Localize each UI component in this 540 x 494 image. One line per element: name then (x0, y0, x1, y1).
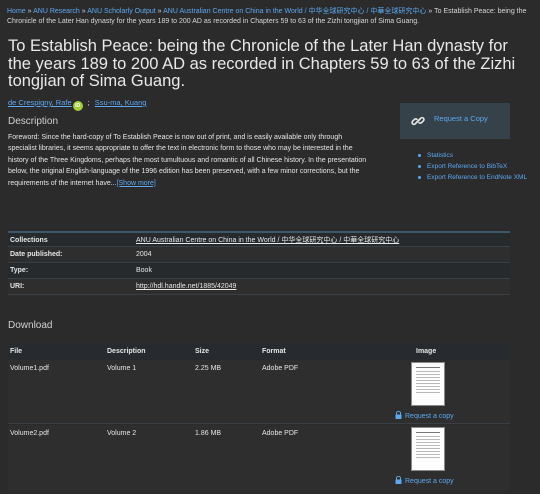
description-body: Foreword: Since the hard-copy of To Esta… (8, 134, 367, 187)
author-list: de Crespigny, Rafe iD; Ssu-ma, Kuang (8, 97, 146, 111)
author-separator: ; (87, 98, 90, 107)
page-title: To Establish Peace: being the Chronicle … (8, 37, 516, 90)
metadata-row-type: Type: Book (8, 263, 510, 279)
file-format: Adobe PDF (262, 365, 299, 372)
show-more-link[interactable]: [Show more] (117, 180, 156, 187)
request-copy-button[interactable]: Request a Copy (400, 103, 510, 139)
metadata-row-uri: URI: http://hdl.handle.net/1885/42049 (8, 279, 510, 295)
metadata-key: Type: (10, 267, 29, 274)
download-table-header: File Description Size Format Image (8, 343, 510, 360)
table-row: Volume1.pdf Volume 1 2.25 MB Adobe PDF R… (8, 360, 510, 424)
file-size: 1.86 MB (195, 430, 222, 437)
column-header-size: Size (195, 348, 210, 355)
pdf-thumbnail[interactable] (411, 362, 445, 406)
breadcrumb-separator: » (81, 8, 86, 15)
table-row: Volume2.pdf Volume 2 1.86 MB Adobe PDF R… (8, 425, 510, 490)
description-text: Foreword: Since the hard-copy of To Esta… (8, 132, 368, 189)
request-copy-label: Request a copy (405, 478, 454, 485)
request-copy-label: Request a copy (405, 413, 454, 420)
author-link-ssu-ma[interactable]: Ssu-ma, Kuang (95, 98, 147, 107)
file-description: Volume 2 (107, 430, 137, 437)
file-format: Adobe PDF (262, 430, 299, 437)
author-link-de-crespigny[interactable]: de Crespigny, Rafe (8, 98, 72, 107)
request-copy-link[interactable]: Request a copy (395, 411, 454, 420)
orcid-icon[interactable]: iD (72, 101, 83, 111)
breadcrumb: Home » ANU Research » ANU Scholarly Outp… (7, 7, 535, 27)
column-header-file: File (10, 348, 23, 355)
description-heading: Description (8, 116, 59, 127)
column-header-image: Image (416, 348, 437, 355)
file-name: Volume2.pdf (10, 430, 49, 437)
export-bibtex-link[interactable]: Export Reference to BibTeX (418, 161, 533, 172)
column-header-format: Format (262, 348, 286, 355)
column-header-description: Description (107, 348, 146, 355)
breadcrumb-scholarly-output-link[interactable]: ANU Scholarly Output (87, 8, 155, 15)
metadata-row-collections: Collections ANU Australian Centre on Chi… (8, 231, 510, 247)
uri-link[interactable]: http://hdl.handle.net/1885/42049 (136, 279, 236, 295)
file-description: Volume 1 (107, 365, 137, 372)
metadata-key: Date published: (10, 251, 63, 258)
breadcrumb-home-link[interactable]: Home (7, 8, 26, 15)
breadcrumb-centre-link[interactable]: ANU Australian Centre on China in the Wo… (163, 8, 426, 15)
request-copy-label: Request a Copy (434, 114, 488, 123)
breadcrumb-separator: » (27, 8, 32, 15)
pdf-thumbnail[interactable] (411, 427, 445, 471)
metadata-table: Collections ANU Australian Centre on Chi… (8, 231, 510, 295)
request-copy-link[interactable]: Request a copy (395, 476, 454, 485)
file-size: 2.25 MB (195, 365, 222, 372)
metadata-value: 2004 (136, 251, 152, 258)
lock-icon (395, 411, 402, 419)
metadata-value: Book (136, 267, 152, 274)
export-endnote-link[interactable]: Export Reference to EndNote XML (418, 172, 533, 183)
metadata-key: URI: (10, 283, 25, 290)
statistics-link[interactable]: Statistics (418, 150, 533, 161)
breadcrumb-anu-research-link[interactable]: ANU Research (33, 8, 80, 15)
download-heading: Download (8, 320, 53, 331)
file-name: Volume1.pdf (10, 365, 49, 372)
metadata-row-date: Date published: 2004 (8, 247, 510, 263)
breadcrumb-separator: » (157, 8, 162, 15)
lock-icon (395, 476, 402, 484)
sidebar-links: Statistics Export Reference to BibTeX Ex… (418, 150, 533, 183)
breadcrumb-separator: » (428, 8, 433, 15)
link-chain-icon (411, 116, 425, 126)
